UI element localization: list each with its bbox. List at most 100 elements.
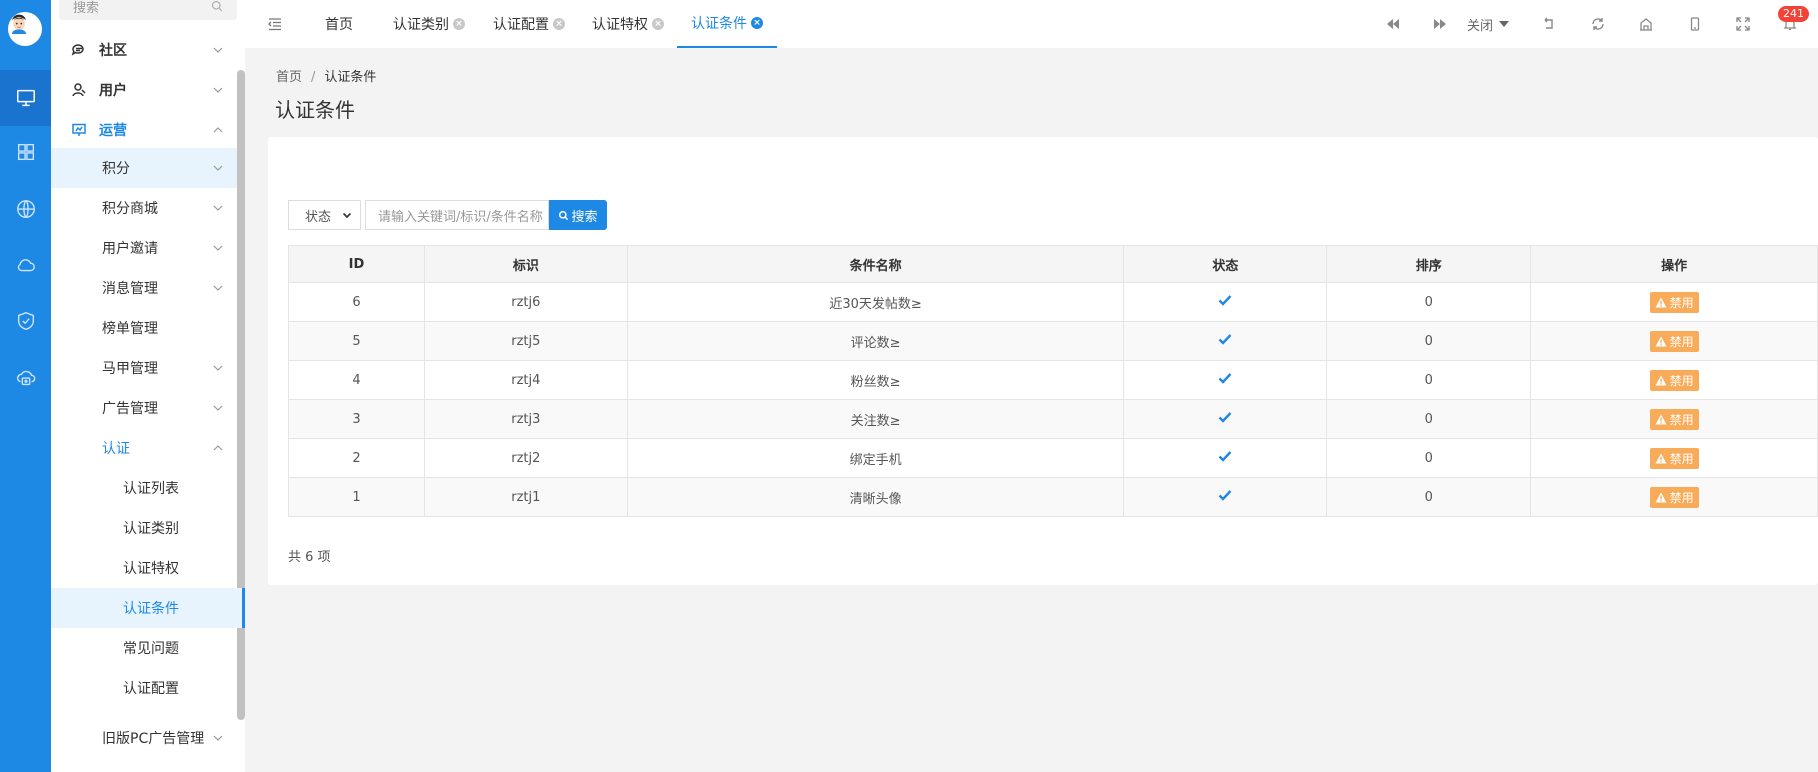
- rail-shield-icon[interactable]: [0, 293, 51, 349]
- sidebar-item-messages[interactable]: 消息管理: [51, 268, 237, 308]
- menu-toggle-icon[interactable]: [267, 16, 283, 32]
- breadcrumb-home[interactable]: 首页: [276, 70, 302, 85]
- rail-grid-icon[interactable]: [0, 124, 51, 180]
- sidebar-item-points[interactable]: 积分: [51, 148, 237, 188]
- disable-button[interactable]: 禁用: [1649, 369, 1699, 391]
- sidebar-item-cert-category[interactable]: 认证类别: [51, 508, 237, 548]
- sidebar-item-cert-privilege[interactable]: 认证特权: [51, 548, 237, 588]
- tab-cert-condition[interactable]: 认证条件 ×: [677, 0, 777, 48]
- tab-label: 首页: [325, 17, 353, 33]
- check-icon: [1218, 295, 1232, 310]
- column-header-sort[interactable]: 排序: [1326, 245, 1532, 283]
- sidebar-item-faq[interactable]: 常见问题: [51, 628, 237, 668]
- column-header-status[interactable]: 状态: [1123, 245, 1328, 283]
- chevron-down-icon: [213, 285, 223, 291]
- cell-key: rztj5: [423, 321, 628, 361]
- home-building-icon[interactable]: [1636, 14, 1656, 34]
- warning-icon: [1655, 414, 1670, 425]
- rail-monitor-icon[interactable]: [0, 70, 51, 126]
- tab-home[interactable]: 首页: [325, 0, 353, 48]
- sidebar-item-cert-config[interactable]: 认证配置: [51, 668, 237, 708]
- fullscreen-icon[interactable]: [1733, 14, 1753, 34]
- search-button[interactable]: 搜索: [549, 200, 607, 230]
- close-tab-icon[interactable]: ×: [453, 18, 465, 30]
- tab-cert-category[interactable]: 认证类别 ×: [393, 0, 465, 48]
- avatar[interactable]: [8, 12, 42, 46]
- sidebar-item-cert-list[interactable]: 认证列表: [51, 468, 237, 508]
- sidebar-item-certification[interactable]: 认证: [51, 428, 237, 468]
- scroll-tabs-left-icon[interactable]: [1383, 14, 1403, 34]
- table-row: 2 rztj2 绑定手机 0 禁用: [288, 438, 1818, 478]
- cell-actions: 禁用: [1530, 282, 1818, 322]
- sidebar-search-input[interactable]: 搜索: [59, 0, 237, 20]
- cell-key: rztj2: [423, 438, 628, 478]
- check-icon: [1218, 334, 1232, 349]
- sidebar-item-ads[interactable]: 广告管理: [51, 388, 237, 428]
- sidebar-item-points-mall[interactable]: 积分商城: [51, 188, 237, 228]
- scroll-tabs-right-icon[interactable]: [1430, 14, 1450, 34]
- sidebar-item-label: 认证特权: [123, 561, 179, 577]
- rail-cloud-server-icon[interactable]: [0, 350, 51, 406]
- disable-button[interactable]: 禁用: [1649, 408, 1699, 430]
- total-count: 共 6 项: [288, 550, 331, 565]
- sidebar-item-user-invite[interactable]: 用户邀请: [51, 228, 237, 268]
- column-header-name[interactable]: 条件名称: [626, 245, 1125, 283]
- disable-button-label: 禁用: [1669, 451, 1694, 466]
- table-row: 4 rztj4 粉丝数≥ 0 禁用: [288, 360, 1818, 400]
- refresh-icon[interactable]: [1588, 14, 1608, 34]
- close-tab-icon[interactable]: ×: [652, 18, 664, 30]
- sidebar-item-label: 积分: [102, 161, 130, 177]
- column-header-key[interactable]: 标识: [423, 245, 628, 283]
- disable-button-label: 禁用: [1669, 334, 1694, 349]
- table-row: 1 rztj1 清晰头像 0 禁用: [288, 477, 1818, 517]
- sidebar-item-community[interactable]: 社区: [51, 30, 237, 70]
- sidebar-item-vest[interactable]: 马甲管理: [51, 348, 237, 388]
- close-tab-icon[interactable]: ×: [553, 18, 565, 30]
- sidebar-search-placeholder: 搜索: [73, 0, 100, 16]
- user-icon: [72, 83, 86, 97]
- column-header-id[interactable]: ID: [288, 245, 425, 283]
- sidebar-item-legacy-pc-ads[interactable]: 旧版PC广告管理: [51, 718, 237, 758]
- cell-name: 绑定手机: [626, 438, 1125, 478]
- disable-button[interactable]: 禁用: [1649, 291, 1699, 313]
- warning-icon: [1655, 375, 1670, 386]
- sidebar-item-operations[interactable]: 运营: [51, 110, 237, 150]
- rail-cloud-icon[interactable]: [0, 237, 51, 293]
- sidebar-item-rankings[interactable]: 榜单管理: [51, 308, 237, 348]
- cell-status: [1123, 399, 1328, 439]
- table-row: 3 rztj3 关注数≥ 0 禁用: [288, 399, 1818, 439]
- chevron-down-icon: [213, 735, 223, 741]
- cell-id: 2: [288, 438, 425, 478]
- close-tab-icon[interactable]: ×: [751, 17, 763, 29]
- cell-id: 3: [288, 399, 425, 439]
- check-icon: [1218, 451, 1232, 466]
- cell-actions: 禁用: [1530, 399, 1818, 439]
- back-icon[interactable]: [1539, 14, 1559, 34]
- disable-button-label: 禁用: [1669, 373, 1694, 388]
- cell-actions: 禁用: [1530, 321, 1818, 361]
- disable-button[interactable]: 禁用: [1649, 330, 1699, 352]
- warning-icon: [1655, 336, 1670, 347]
- search-input[interactable]: 请输入关键词/标识/条件名称: [365, 200, 549, 230]
- rail-globe-icon[interactable]: [0, 181, 51, 237]
- status-select[interactable]: 状态: [288, 200, 361, 230]
- mobile-icon[interactable]: [1685, 14, 1705, 34]
- tab-cert-config[interactable]: 认证配置 ×: [493, 0, 565, 48]
- page-title: 认证条件: [275, 98, 355, 122]
- status-select-value: 状态: [305, 209, 332, 225]
- disable-button[interactable]: 禁用: [1649, 447, 1699, 469]
- warning-icon: [1655, 453, 1670, 464]
- cell-name: 近30天发帖数≥: [626, 282, 1125, 322]
- tab-cert-privilege[interactable]: 认证特权 ×: [592, 0, 664, 48]
- cell-name: 关注数≥: [626, 399, 1125, 439]
- sidebar-item-cert-condition[interactable]: 认证条件: [51, 588, 245, 628]
- breadcrumb: 首页 / 认证条件: [276, 66, 376, 85]
- sidebar-item-users[interactable]: 用户: [51, 70, 237, 110]
- cell-id: 4: [288, 360, 425, 400]
- close-tabs-dropdown[interactable]: 关闭: [1467, 0, 1510, 48]
- sidebar-item-label: 常见问题: [123, 641, 179, 657]
- icon-rail: [0, 0, 51, 772]
- table-row: 6 rztj6 近30天发帖数≥ 0 禁用: [288, 282, 1818, 322]
- search-icon: [211, 0, 223, 12]
- disable-button[interactable]: 禁用: [1649, 486, 1699, 508]
